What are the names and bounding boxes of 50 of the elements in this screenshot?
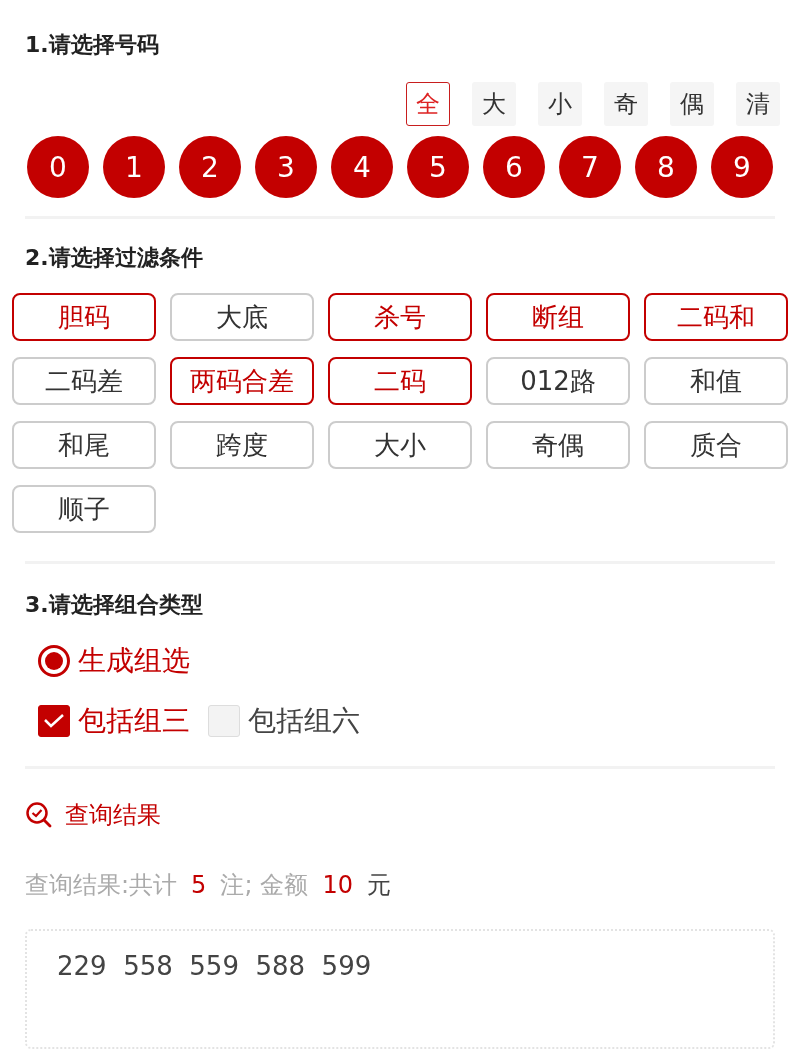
- quick-pick-button[interactable]: 奇: [604, 82, 648, 126]
- filter-button[interactable]: 大底: [170, 293, 314, 341]
- quick-pick-button[interactable]: 小: [538, 82, 582, 126]
- radio-label: 生成组选: [78, 643, 190, 679]
- filter-button[interactable]: 和尾: [12, 421, 156, 469]
- number-ball[interactable]: 1: [103, 136, 165, 198]
- number-ball[interactable]: 6: [483, 136, 545, 198]
- checkbox[interactable]: [38, 705, 70, 737]
- currency-text: 元: [367, 870, 391, 901]
- number-ball[interactable]: 0: [27, 136, 89, 198]
- checkbox-label: 包括组六: [248, 703, 360, 739]
- filter-button[interactable]: 和值: [644, 357, 788, 405]
- results-title: 查询结果: [65, 800, 161, 831]
- number-ball[interactable]: 7: [559, 136, 621, 198]
- filter-button[interactable]: 杀号: [328, 293, 472, 341]
- section-title: 2.请选择过滤条件: [25, 244, 204, 272]
- search-icon: [25, 801, 53, 829]
- filter-button[interactable]: 012路: [486, 357, 630, 405]
- filter-button[interactable]: 顺子: [12, 485, 156, 533]
- filter-button[interactable]: 断组: [486, 293, 630, 341]
- number-ball[interactable]: 3: [255, 136, 317, 198]
- number-ball[interactable]: 8: [635, 136, 697, 198]
- filter-button[interactable]: 两码合差: [170, 357, 314, 405]
- checkbox-label: 包括组三: [78, 703, 190, 739]
- filter-button[interactable]: 胆码: [12, 293, 156, 341]
- filter-button[interactable]: 跨度: [170, 421, 314, 469]
- number-ball[interactable]: 9: [711, 136, 773, 198]
- amount-value: 10: [322, 871, 353, 899]
- radio-button[interactable]: [38, 645, 70, 677]
- result-numbers: 229 558 559 588 599: [57, 951, 373, 981]
- quick-pick-button[interactable]: 清: [736, 82, 780, 126]
- count-value: 5: [191, 871, 207, 899]
- number-ball[interactable]: 2: [179, 136, 241, 198]
- number-ball[interactable]: 4: [331, 136, 393, 198]
- filter-button[interactable]: 二码和: [644, 293, 788, 341]
- filter-button[interactable]: 二码: [328, 357, 472, 405]
- quick-pick-button[interactable]: 偶: [670, 82, 714, 126]
- summary-text: 注;: [220, 870, 253, 901]
- section-title: 1.请选择号码: [25, 31, 160, 59]
- summary-text: 金额: [260, 870, 309, 901]
- summary-text: 查询结果:共计: [25, 870, 178, 901]
- checkmark-icon: [43, 713, 65, 729]
- section-title: 3.请选择组合类型: [25, 591, 204, 619]
- quick-pick-button[interactable]: 大: [472, 82, 516, 126]
- filter-button[interactable]: 大小: [328, 421, 472, 469]
- filter-button[interactable]: 质合: [644, 421, 788, 469]
- filter-button[interactable]: 二码差: [12, 357, 156, 405]
- number-ball[interactable]: 5: [407, 136, 469, 198]
- quick-pick-button[interactable]: 全: [406, 82, 450, 126]
- filter-button[interactable]: 奇偶: [486, 421, 630, 469]
